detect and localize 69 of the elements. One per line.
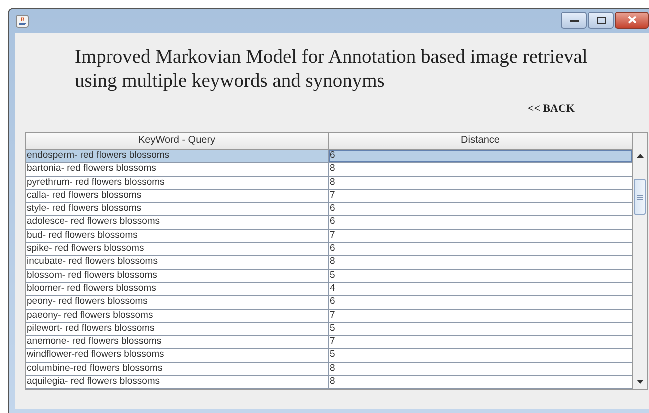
table-cell: peony- red flowers blossoms [26,296,329,309]
table-cell-text: 8 [329,176,336,189]
table-cell-text: 7 [329,230,336,242]
table-row[interactable]: blossom- red flowers blossoms 5 [26,270,632,283]
table-cell: spike- red flowers blossoms [26,243,329,256]
table-cell: bud- red flowers blossoms [26,230,329,242]
table-cell: style- red flowers blossoms [26,203,329,216]
table-row[interactable]: spike- red flowers blossoms 6 [26,243,632,256]
maximize-button[interactable] [588,12,614,28]
table-cell: columbine-red flowers blossoms [26,362,329,376]
table-cell-text: 6 [329,296,336,309]
table-cell-text: 8 [329,362,336,376]
maximize-icon [596,16,606,24]
table-cell-text: 7 [329,310,336,322]
table-cell-text: 6 [329,243,336,256]
table-cell: 6 [329,150,632,162]
table-cell: paeony- red flowers blossoms [26,310,329,322]
column-header[interactable]: Distance [329,133,632,149]
table-row[interactable]: columbine-red flowers blossoms 8 [26,362,632,376]
close-icon [628,16,636,24]
table-row[interactable]: endosperm- red flowers blossoms 6 [26,150,632,164]
table-cell-text: 8 [329,163,336,176]
table-cell: aquilegia- red flowers blossoms [26,376,329,388]
table-cell-text: 5 [329,349,336,362]
coffee-cup-icon [16,14,29,28]
table-cell-text: 6 [329,216,336,229]
table-row[interactable]: aquilegia- red flowers blossoms 8 [26,376,632,390]
minimize-button[interactable] [561,12,587,28]
table-row[interactable]: adolesce- red flowers blossoms 6 [26,216,632,230]
table-cell-text: 5 [329,322,336,336]
back-link[interactable]: << BACK [528,103,575,115]
table-cell: calla- red flowers blossoms [26,190,329,202]
table-cell: blossom- red flowers blossoms [26,270,329,282]
page-heading: Improved Markovian Model for Annotation based image retrieval using multiple keywords and synonyms [75,46,589,94]
table-row[interactable]: bartonia- red flowers blossoms 8 [26,163,632,177]
table-cell-text: 8 [329,376,336,388]
table-cell: bloomer- red flowers blossoms [26,282,329,296]
table-cell: pyrethrum- red flowers blossoms [26,176,329,189]
table-cell: adolesce- red flowers blossoms [26,216,329,229]
table-cell: endosperm- red flowers blossoms [26,150,329,162]
table-cell-text: 8 [329,256,336,269]
table-row[interactable]: pilewort- red flowers blossoms 5 [26,322,632,336]
table-cell: bartonia- red flowers blossoms [26,163,329,176]
table-cell: anemone- red flowers blossoms [26,336,329,348]
table-row[interactable]: style- red flowers blossoms 6 [26,203,632,216]
table-row[interactable]: peony- red flowers blossoms 6 [26,296,632,310]
scroll-up-icon[interactable] [636,154,644,158]
table-cell: incubate- red flowers blossoms [26,256,329,269]
table-cell: windflower-red flowers blossoms [26,349,329,362]
table-cell-text: 5 [329,270,336,282]
table-cell-text: 4 [329,282,336,296]
table-row[interactable]: bloomer- red flowers blossoms 4 [26,282,632,296]
scroll-down-icon[interactable] [636,380,644,384]
table-row[interactable]: bud- red flowers blossoms 7 [26,230,632,244]
table-row[interactable]: calla- red flowers blossoms 7 [26,190,632,204]
scroll-thumb[interactable] [634,179,646,215]
table-cell-text: 7 [329,336,336,348]
minimize-icon [570,18,578,22]
close-button[interactable] [615,12,649,28]
table-cell: pilewort- red flowers blossoms [26,322,329,336]
column-header[interactable]: KeyWord - Query [26,133,329,149]
table-row[interactable]: pyrethrum- red flowers blossoms 8 [26,176,632,190]
table-cell-text: 6 [329,203,336,216]
table-row[interactable]: windflower-red flowers blossoms 5 [26,349,632,363]
table-row[interactable]: paeony- red flowers blossoms 7 [26,310,632,323]
table-row[interactable]: anemone- red flowers blossoms 7 [26,336,632,350]
scrollbar[interactable] [632,133,647,390]
table-cell-text: 7 [329,190,336,202]
table-row[interactable]: incubate- red flowers blossoms 8 [26,256,632,270]
